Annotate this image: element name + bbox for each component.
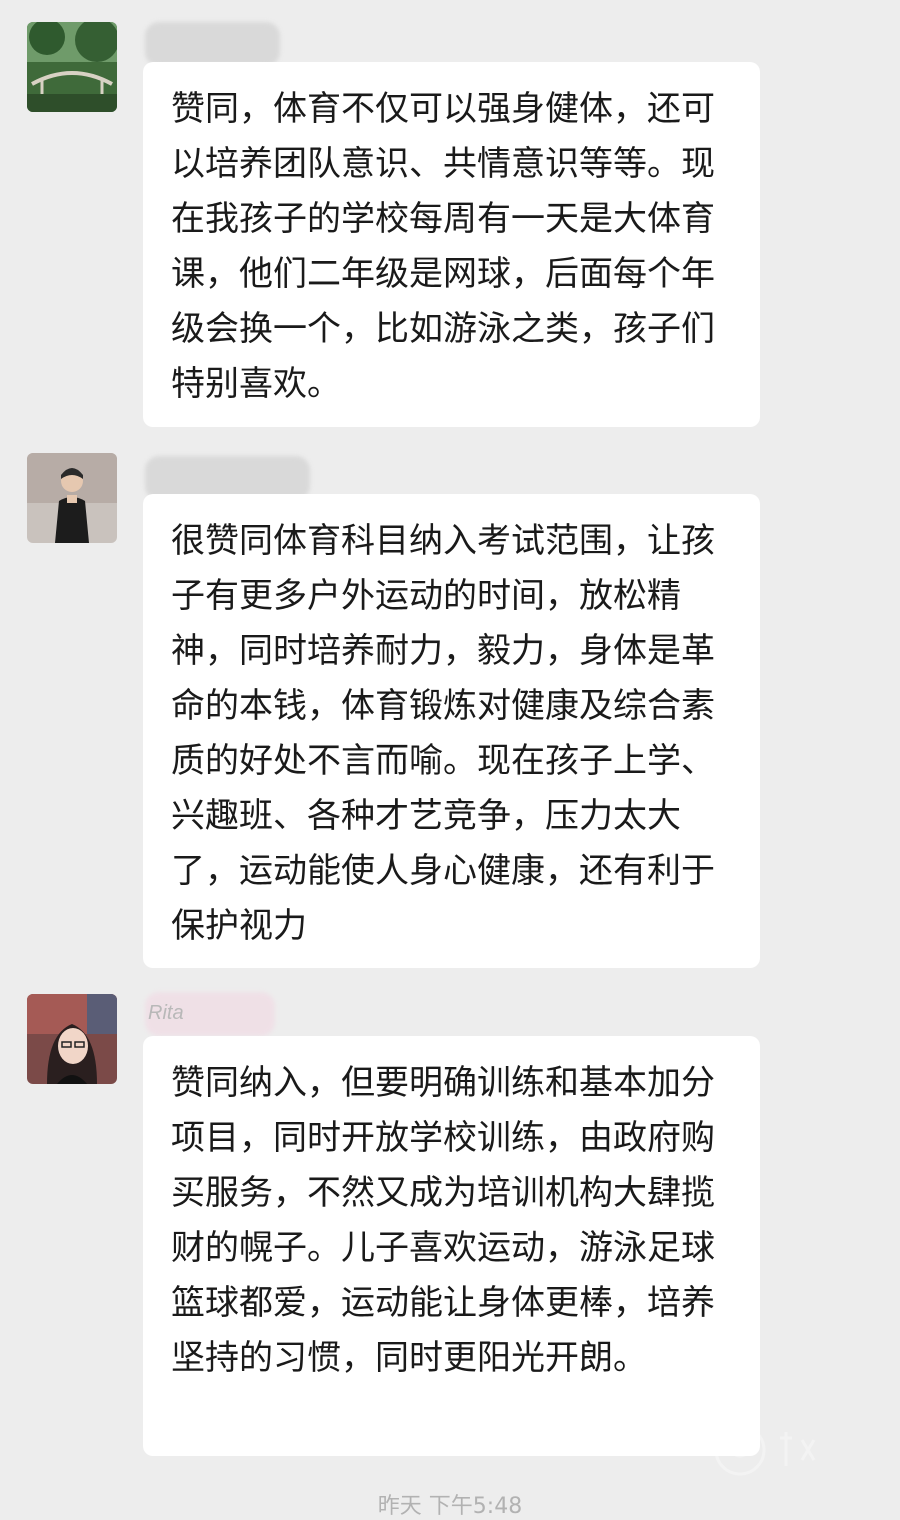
avatar[interactable] [27,453,117,543]
timestamp: 昨天 下午5:48 [377,1494,523,1519]
avatar[interactable] [27,994,117,1084]
message-bubble[interactable]: 赞同，体育不仅可以强身健体，还可以培养团队意识、共情意识等等。现在我孩子的学校每… [143,62,760,427]
person-photo-icon [27,453,117,543]
sender-name: Rita [148,1002,184,1024]
message-bubble[interactable]: 很赞同体育科目纳入考试范围，让孩子有更多户外运动的时间，放松精神，同时培养耐力，… [143,494,760,968]
landscape-photo-icon [27,22,117,112]
watermark-logo-icon [714,1424,816,1476]
portrait-photo-icon [27,994,117,1084]
message-text: 赞同，体育不仅可以强身健体，还可以培养团队意识、共情意识等等。现在我孩子的学校每… [171,89,715,404]
message-text: 赞同纳入，但要明确训练和基本加分项目，同时开放学校训练，由政府购买服务，不然又成… [171,1063,715,1378]
message-bubble[interactable]: 赞同纳入，但要明确训练和基本加分项目，同时开放学校训练，由政府购买服务，不然又成… [143,1036,760,1456]
sender-name-blurred [145,22,280,66]
message-text: 很赞同体育科目纳入考试范围，让孩子有更多户外运动的时间，放松精神，同时培养耐力，… [171,521,715,946]
avatar[interactable] [27,22,117,112]
